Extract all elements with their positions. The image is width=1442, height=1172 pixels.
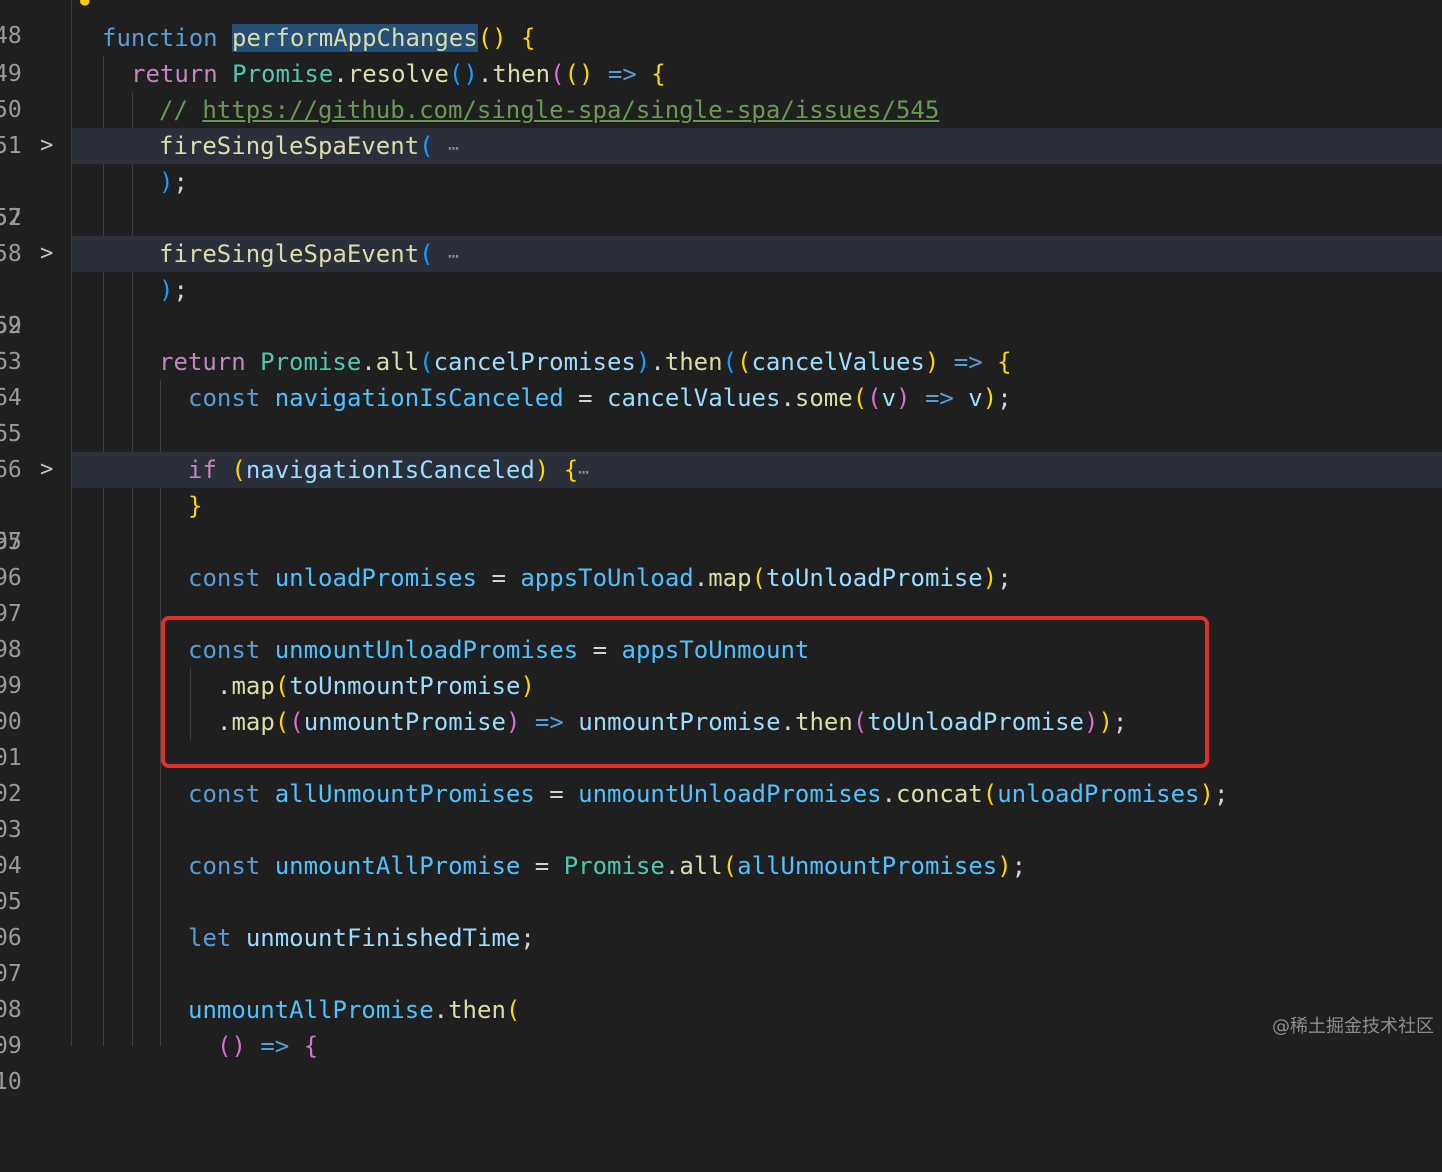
comment-link[interactable]: https://github.com/single-spa/single-spa… [202,96,939,124]
annotation-highlight-box [161,616,1209,768]
code-line[interactable]: 62 ); [0,272,1442,339]
code-line[interactable]: 07 let unmountFinishedTime; [0,920,1442,987]
code-line[interactable]: 10 () => { [0,1028,1442,1095]
code-text: const unloadPromises = appsToUnload.map(… [188,564,1012,592]
code-text: return Promise.resolve().then(() => { [131,60,666,88]
code-text: fireSingleSpaEvent( ⋯ [159,132,459,160]
code-text: () => { [217,1032,319,1060]
code-line[interactable]: 95 } [0,488,1442,555]
watermark: @稀土掘金技术社区 [1272,1016,1434,1037]
code-line[interactable]: 03 const allUnmountPromises = unmountUnl… [0,776,1442,843]
fold-ellipsis[interactable]: ⋯ [448,138,459,159]
code-line[interactable]: 51 // https://github.com/single-spa/sing… [0,92,1442,159]
fold-ellipsis[interactable]: ⋯ [578,462,589,483]
code-line[interactable]: 04 [0,812,1442,879]
code-text: const navigationIsCanceled = cancelValue… [188,384,1012,412]
code-line[interactable]: 05 const unmountAllPromise = Promise.all… [0,848,1442,915]
code-text: let unmountFinishedTime; [188,924,535,952]
chevron-right-icon[interactable]: > [40,452,60,488]
code-line[interactable]: 49 function performAppChanges() { [0,20,1442,87]
code-line[interactable]: 96 [0,524,1442,591]
folded-code-line[interactable]: 59 > fireSingleSpaEvent( ⋯ [0,236,1442,339]
code-text: ); [159,168,188,196]
code-line[interactable]: 50 return Promise.resolve().then(() => { [0,56,1442,123]
code-line[interactable]: 64 return Promise.all(cancelPromises).th… [0,344,1442,411]
code-text: } [188,492,203,520]
code-text: if (navigationIsCanceled) {⋯ [188,456,589,484]
code-text: ); [159,276,188,304]
code-line[interactable]: 48 [0,0,1442,49]
code-text: const unmountAllPromise = Promise.all(al… [188,852,1027,880]
code-editor[interactable]: ● 48 49 function performAppChanges() { 5… [0,0,1442,1095]
code-comment: // https://github.com/single-spa/single-… [159,96,940,124]
line-number: 10 [0,1069,22,1095]
code-line[interactable]: 09 unmountAllPromise.then( [0,992,1442,1059]
fold-ellipsis[interactable]: ⋯ [448,246,459,267]
code-text: unmountAllPromise.then( [188,996,521,1024]
code-text: fireSingleSpaEvent( ⋯ [159,240,459,268]
code-line[interactable]: 97 const unloadPromises = appsToUnload.m… [0,560,1442,627]
code-text: function performAppChanges() { [102,24,536,52]
code-line[interactable]: 63 [0,308,1442,375]
code-line[interactable]: 57 ); [0,164,1442,231]
folded-code-line[interactable]: 52 > fireSingleSpaEvent( ⋯ [0,128,1442,231]
code-line[interactable]: 08 [0,956,1442,1023]
code-line[interactable]: 66 [0,416,1442,483]
folded-code-line[interactable]: 67 > if (navigationIsCanceled) {⋯ [0,452,1442,555]
code-text: const allUnmountPromises = unmountUnload… [188,780,1229,808]
chevron-right-icon[interactable]: > [40,236,60,272]
chevron-right-icon[interactable]: > [40,128,60,164]
code-line[interactable]: 65 const navigationIsCanceled = cancelVa… [0,380,1442,447]
code-line[interactable]: 58 [0,200,1442,267]
code-text: return Promise.all(cancelPromises).then(… [159,348,1012,376]
code-line[interactable]: 06 [0,884,1442,951]
